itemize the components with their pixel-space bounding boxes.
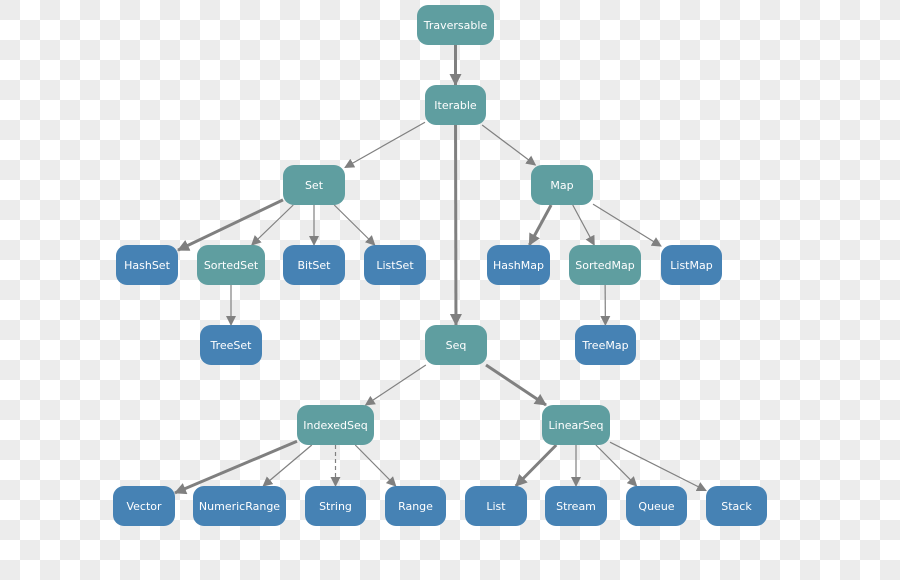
edge-linearseq-to-list: [514, 443, 558, 488]
node-seq[interactable]: Seq: [425, 325, 487, 365]
node-range[interactable]: Range: [385, 486, 446, 526]
edge-set-to-hashset: [177, 198, 284, 252]
node-numericrange[interactable]: NumericRange: [193, 486, 286, 526]
node-treemap[interactable]: TreeMap: [575, 325, 636, 365]
node-sortedmap[interactable]: SortedMap: [569, 245, 641, 285]
node-sortedset[interactable]: SortedSet: [197, 245, 265, 285]
node-treeset[interactable]: TreeSet: [200, 325, 262, 365]
node-stream[interactable]: Stream: [545, 486, 607, 526]
edge-map-to-listmap: [592, 203, 662, 247]
edge-set-to-listset: [333, 204, 376, 246]
node-string[interactable]: String: [305, 486, 366, 526]
node-hashset[interactable]: HashSet: [116, 245, 178, 285]
edge-map-to-sortedmap: [572, 204, 595, 246]
node-traversable[interactable]: Traversable: [417, 5, 494, 45]
node-linearseq[interactable]: LinearSeq: [542, 405, 610, 445]
node-iterable[interactable]: Iterable: [425, 85, 486, 125]
node-listset[interactable]: ListSet: [364, 245, 426, 285]
node-list[interactable]: List: [465, 486, 527, 526]
collection-hierarchy-diagram: Traversable Iterable Set Map Seq HashSet…: [0, 0, 900, 580]
edge-linearseq-to-stack: [609, 441, 707, 492]
edge-linearseq-to-queue: [595, 444, 638, 487]
edge-seq-to-linearseq: [485, 363, 547, 407]
node-stack[interactable]: Stack: [706, 486, 767, 526]
edge-seq-to-indexedseq: [364, 364, 427, 406]
edge-iterable-to-map: [481, 124, 537, 166]
edge-iterable-to-set: [344, 121, 426, 168]
edge-map-to-hashmap: [528, 204, 553, 246]
node-queue[interactable]: Queue: [626, 486, 687, 526]
node-listmap[interactable]: ListMap: [661, 245, 722, 285]
node-set[interactable]: Set: [283, 165, 345, 205]
node-indexedseq[interactable]: IndexedSeq: [297, 405, 374, 445]
edge-indexedseq-to-range: [354, 444, 397, 487]
node-vector[interactable]: Vector: [113, 486, 175, 526]
node-map[interactable]: Map: [531, 165, 593, 205]
node-hashmap[interactable]: HashMap: [487, 245, 550, 285]
node-bitset[interactable]: BitSet: [283, 245, 345, 285]
